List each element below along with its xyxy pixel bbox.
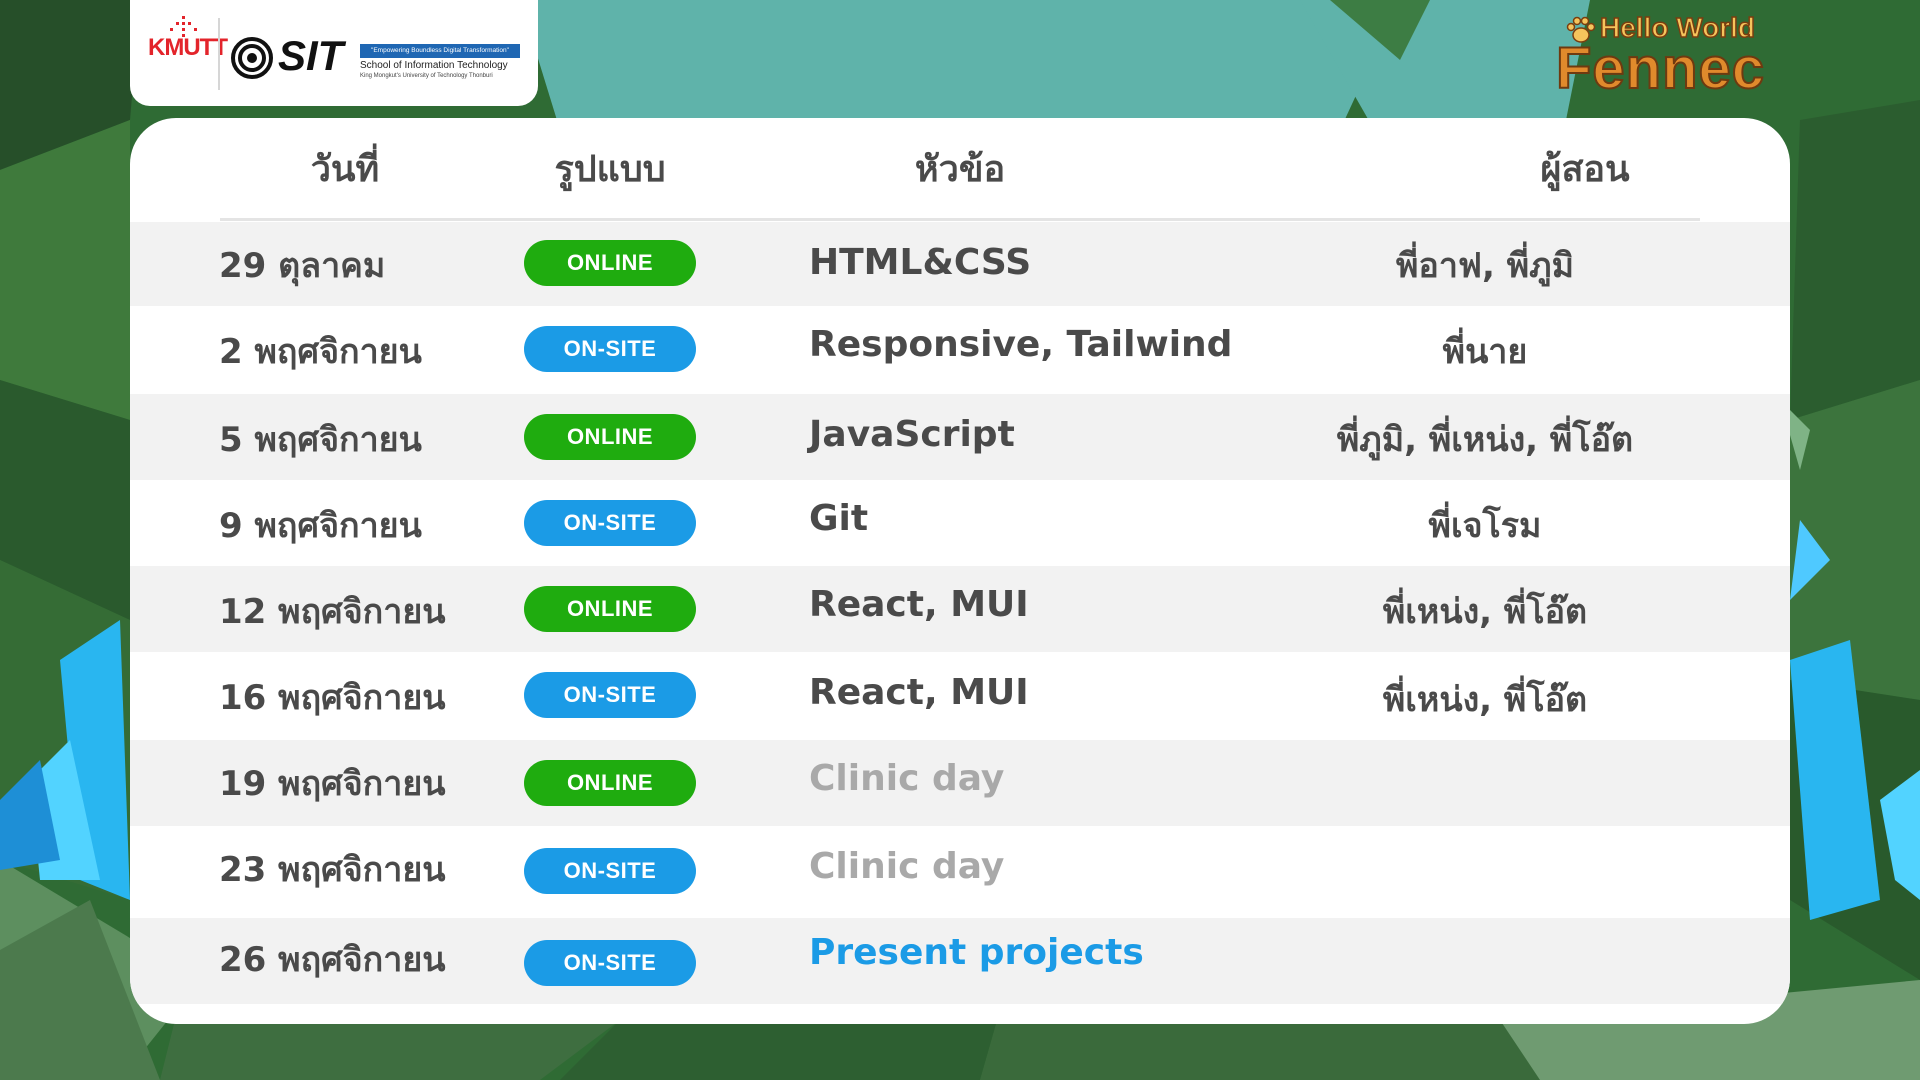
header-date: วันที่ (310, 149, 380, 190)
format-badge: ON-SITE (524, 326, 696, 372)
schedule-table: วันที่ รูปแบบ หัวข้อ ผู้สอน 29 ตุลาคม ON… (130, 118, 1790, 1024)
table-row: 5 พฤศจิกายน ONLINE JavaScript พี่ภูมิ, พ… (130, 394, 1790, 480)
table-row: 9 พฤศจิกายน ON-SITE Git พี่เจโรม (130, 480, 1790, 566)
row-topic: JavaScript (809, 414, 1015, 455)
sit-swirl-icon (231, 37, 273, 79)
row-topic: React, MUI (809, 584, 1029, 625)
hello-world-fennec-logo: Hello World Fennec (1555, 8, 1796, 104)
format-badge: ONLINE (524, 760, 696, 806)
row-date: 5 พฤศจิกายน (219, 420, 422, 460)
sit-university-name: King Mongkut's University of Technology … (360, 73, 493, 79)
sit-school-name: School of Information Technology (360, 60, 508, 71)
row-topic: Clinic day (809, 758, 1005, 799)
row-topic: React, MUI (809, 672, 1029, 713)
table-row: 26 พฤศจิกายน ON-SITE Present projects (130, 918, 1790, 1004)
format-badge: ON-SITE (524, 848, 696, 894)
row-date: 16 พฤศจิกายน (219, 678, 446, 718)
format-badge: ONLINE (524, 586, 696, 632)
kmutt-logo-text: KMUTT (148, 34, 228, 61)
row-date: 23 พฤศจิกายน (219, 850, 446, 890)
format-badge: ON-SITE (524, 672, 696, 718)
header-divider (220, 218, 1700, 221)
row-date: 2 พฤศจิกายน (219, 332, 422, 372)
row-teacher: พี่เหน่ง, พี่โอ๊ต (1382, 592, 1588, 632)
format-badge: ONLINE (524, 414, 696, 460)
header-topic: หัวข้อ (914, 149, 1006, 190)
row-topic: HTML&CSS (809, 242, 1032, 283)
row-date: 19 พฤศจิกายน (219, 764, 446, 804)
table-row: 29 ตุลาคม ONLINE HTML&CSS พี่อาฟ, พี่ภูม… (130, 222, 1790, 306)
header-format: รูปแบบ (554, 149, 666, 190)
sit-logo-text: SIT (278, 32, 344, 79)
table-row: 16 พฤศจิกายน ON-SITE React, MUI พี่เหน่ง… (130, 652, 1790, 740)
row-date: 29 ตุลาคม (219, 246, 386, 286)
row-topic: Responsive, Tailwind (809, 324, 1233, 365)
row-topic: Present projects (809, 932, 1144, 973)
row-teacher: พี่ภูมิ, พี่เหน่ง, พี่โอ๊ต (1336, 420, 1634, 460)
row-teacher: พี่เหน่ง, พี่โอ๊ต (1382, 680, 1588, 720)
row-date: 12 พฤศจิกายน (219, 592, 446, 632)
header-teacher: ผู้สอน (1540, 149, 1630, 190)
sit-tagline: "Empowering Boundless Digital Transforma… (360, 44, 520, 58)
format-badge: ON-SITE (524, 940, 696, 986)
logo-card: KMUTT SIT "Empowering Boundless Digital … (130, 0, 538, 106)
table-row: 12 พฤศจิกายน ONLINE React, MUI พี่เหน่ง,… (130, 566, 1790, 652)
row-date: 9 พฤศจิกายน (219, 506, 422, 546)
row-topic: Clinic day (809, 846, 1005, 887)
row-date: 26 พฤศจิกายน (219, 940, 446, 980)
table-row: 19 พฤศจิกายน ONLINE Clinic day (130, 740, 1790, 826)
table-row: 23 พฤศจิกายน ON-SITE Clinic day (130, 826, 1790, 918)
row-teacher: พี่เจโรม (1428, 506, 1542, 546)
table-row: 2 พฤศจิกายน ON-SITE Responsive, Tailwind… (130, 306, 1790, 394)
format-badge: ON-SITE (524, 500, 696, 546)
logo-divider (218, 18, 220, 90)
row-teacher: พี่นาย (1442, 332, 1528, 372)
table-header: วันที่ รูปแบบ หัวข้อ ผู้สอน (130, 118, 1790, 221)
row-topic: Git (809, 498, 869, 539)
row-teacher: พี่อาฟ, พี่ภูมิ (1396, 246, 1574, 286)
format-badge: ONLINE (524, 240, 696, 286)
brand-main-text: Fennec (1555, 36, 1766, 101)
